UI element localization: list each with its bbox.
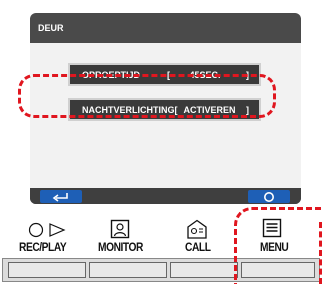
- highlight-annotation: [18, 74, 276, 118]
- record-play-icon: [28, 222, 66, 238]
- circle-icon: [264, 191, 274, 202]
- return-arrow-icon: [52, 192, 68, 202]
- softkey-bar: [30, 188, 301, 204]
- monitor-button[interactable]: [89, 262, 167, 278]
- monitor-icon: [110, 219, 130, 239]
- ok-softkey[interactable]: [248, 190, 290, 203]
- monitor-label: MONITOR: [98, 240, 144, 254]
- rec-play-button[interactable]: [8, 262, 86, 278]
- screen-title: DEUR: [38, 23, 64, 33]
- menu-highlight-annotation-edge: [310, 222, 322, 284]
- menu-highlight-annotation: [234, 207, 322, 284]
- back-softkey[interactable]: [40, 190, 82, 203]
- rec-play-label: REC/PLAY: [19, 240, 67, 254]
- call-icon: [187, 219, 207, 239]
- call-button[interactable]: [170, 262, 238, 278]
- call-label: CALL: [185, 240, 211, 254]
